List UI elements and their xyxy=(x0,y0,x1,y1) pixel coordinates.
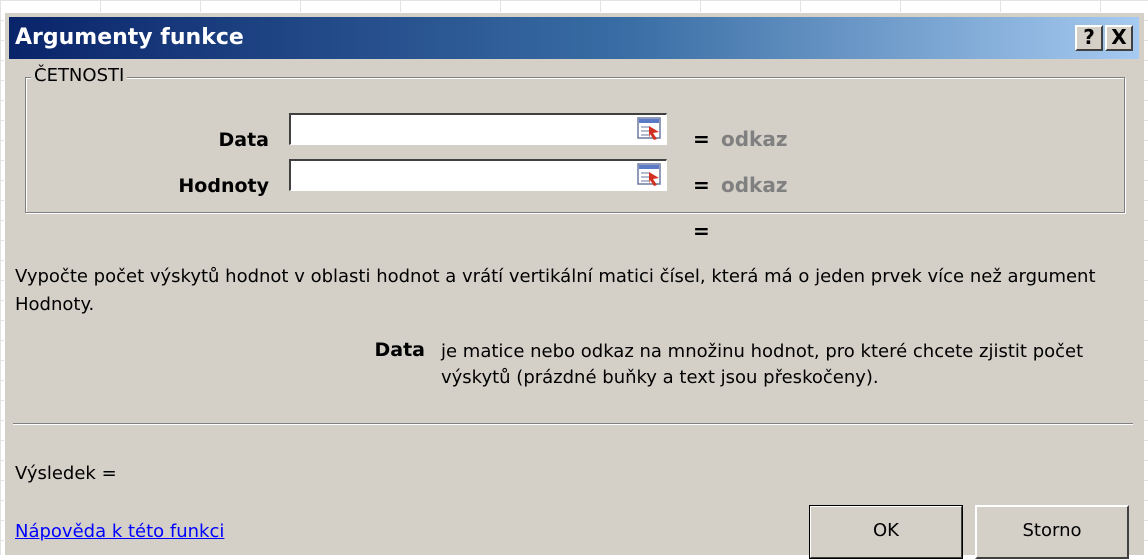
collapse-dialog-icon[interactable] xyxy=(637,116,663,142)
result-label: Výsledek = xyxy=(15,463,117,484)
close-button[interactable]: X xyxy=(1105,25,1133,51)
dialog-title: Argumenty funkce xyxy=(15,25,244,50)
arg-result-hodnoty: odkaz xyxy=(721,173,788,197)
current-arg-help: je matice nebo odkaz na množinu hodnot, … xyxy=(441,341,1084,388)
arg-label-hodnoty: Hodnoty xyxy=(178,175,269,197)
cancel-button[interactable]: Storno xyxy=(975,505,1129,559)
equals-sign: = xyxy=(693,127,710,151)
ok-button[interactable]: OK xyxy=(809,505,963,559)
divider xyxy=(13,423,1133,425)
hodnoty-input[interactable] xyxy=(289,159,667,191)
collapse-dialog-icon[interactable] xyxy=(637,162,663,188)
help-button[interactable]: ? xyxy=(1075,25,1103,51)
current-arg-name: Data xyxy=(374,339,426,361)
equals-sign: = xyxy=(693,173,710,197)
arg-label-data: Data xyxy=(218,129,270,151)
function-name: ČETNOSTI xyxy=(31,65,128,86)
arg-result-data: odkaz xyxy=(721,127,788,151)
function-arguments-dialog: Argumenty funkce ? X ČETNOSTI Data = odk… xyxy=(4,12,1144,559)
formula-equals-sign: = xyxy=(693,219,710,243)
data-input[interactable] xyxy=(289,113,667,145)
help-link[interactable]: Nápověda k této funkci xyxy=(15,521,224,542)
title-bar[interactable]: Argumenty funkce ? X xyxy=(9,17,1139,59)
function-description: Vypočte počet výskytů hodnot v oblasti h… xyxy=(15,266,1096,315)
